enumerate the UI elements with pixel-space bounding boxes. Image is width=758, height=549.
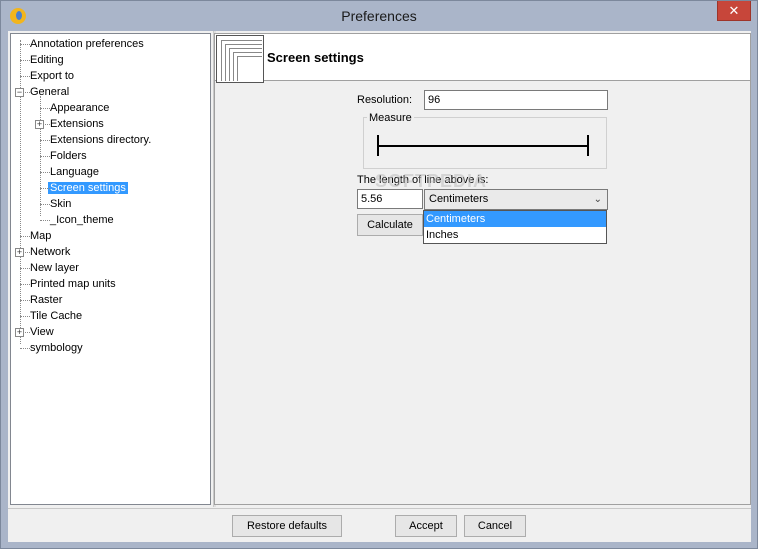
unit-option-inches[interactable]: Inches: [424, 227, 606, 243]
tree-item-label: Export to: [30, 70, 75, 82]
accept-button[interactable]: Accept: [395, 515, 457, 537]
tree-item-label: Raster: [30, 294, 63, 306]
calculate-button[interactable]: Calculate: [357, 214, 423, 236]
title-bar[interactable]: Preferences ✕: [1, 1, 757, 31]
tree-item-appearance[interactable]: Appearance: [50, 100, 109, 116]
tree-item-label: Extensions: [50, 118, 104, 130]
collapse-icon[interactable]: −: [15, 88, 24, 97]
tree-connector: [40, 156, 50, 157]
panel-header: Screen settings: [215, 34, 750, 83]
tree-item-label: _Icon_theme: [50, 214, 114, 226]
tree-item-map[interactable]: Map: [30, 228, 51, 244]
tree-item-extensions[interactable]: Extensions: [50, 116, 104, 132]
tree-item-printed-map-units[interactable]: Printed map units: [30, 276, 116, 292]
tree-item-view[interactable]: View: [30, 324, 54, 340]
settings-panel: Screen settings Resolution: 96 Measure T…: [214, 33, 751, 505]
tree-item-label: Language: [50, 166, 99, 178]
tree-connector: [40, 140, 50, 141]
tree-connector: [40, 188, 50, 189]
tree-item-annotation-preferences[interactable]: Annotation preferences: [30, 36, 144, 52]
measure-tick-left: [377, 135, 379, 156]
tree-connector: [20, 300, 30, 301]
footer-separator: [8, 508, 751, 509]
tree-item-network[interactable]: Network: [30, 244, 70, 260]
tree-item-label: Tile Cache: [30, 310, 83, 322]
tree-connector: [40, 220, 50, 221]
unit-option-centimeters[interactable]: Centimeters: [424, 211, 606, 227]
tree-root-connector: [20, 40, 21, 344]
tree-connector: [20, 316, 30, 317]
tree-item-general[interactable]: General: [30, 84, 69, 100]
cancel-button[interactable]: Cancel: [464, 515, 526, 537]
measure-line: [378, 145, 588, 147]
expand-icon[interactable]: +: [15, 328, 24, 337]
tree-item-label: Printed map units: [30, 278, 116, 290]
tree-item-language[interactable]: Language: [50, 164, 99, 180]
length-input[interactable]: 5.56: [357, 189, 423, 209]
tree-item-label: Skin: [50, 198, 72, 210]
tree-item-tile-cache[interactable]: Tile Cache: [30, 308, 82, 324]
measure-tick-right: [587, 135, 589, 156]
expand-icon[interactable]: +: [15, 248, 24, 257]
expand-icon[interactable]: +: [35, 120, 44, 129]
tree-connector: [20, 44, 30, 45]
chevron-down-icon[interactable]: ⌄: [594, 190, 602, 209]
measure-label: Measure: [367, 112, 414, 124]
tree-item-folders[interactable]: Folders: [50, 148, 87, 164]
tree-connector: [20, 60, 30, 61]
tree-connector: [20, 348, 30, 349]
tree-connector: [40, 172, 50, 173]
tree-item-label: Appearance: [50, 102, 110, 114]
tree-connector: [20, 76, 30, 77]
unit-select-value: Centimeters: [429, 193, 489, 205]
tree-item-extensions-directory[interactable]: Extensions directory.: [50, 132, 151, 148]
tree-connector: [40, 204, 50, 205]
tree-item-skin[interactable]: Skin: [50, 196, 71, 212]
tree-item-label: Network: [30, 246, 71, 258]
tree-item-export-to[interactable]: Export to: [30, 68, 74, 84]
unit-select[interactable]: Centimeters ⌄: [424, 189, 608, 210]
tree-connector: [20, 236, 30, 237]
measure-group: [363, 117, 607, 169]
preferences-tree[interactable]: Annotation preferences Editing Export to Ge…: [10, 33, 211, 505]
restore-defaults-button[interactable]: Restore defaults: [232, 515, 342, 537]
tree-item-label: View: [30, 326, 54, 338]
screen-settings-icon: [216, 35, 264, 83]
tree-item-label: Extensions directory.: [50, 134, 152, 146]
tree-item-label: General: [30, 86, 70, 98]
tree-item-icon-theme[interactable]: _Icon_theme: [50, 212, 114, 228]
tree-connector: [20, 284, 30, 285]
tree-item-label: Annotation preferences: [30, 38, 144, 50]
tree-item-screen-settings[interactable]: Screen settings: [48, 180, 128, 196]
resolution-label: Resolution:: [357, 94, 413, 106]
resolution-input[interactable]: 96: [424, 90, 608, 110]
tree-item-label: New layer: [30, 262, 79, 274]
tree-connector: [40, 108, 50, 109]
dialog-body: Annotation preferences Editing Export to Ge…: [8, 31, 751, 542]
tree-connector: [20, 268, 30, 269]
tree-item-label: Map: [30, 230, 52, 242]
panel-title: Screen settings: [267, 50, 364, 65]
tree-item-editing[interactable]: Editing: [30, 52, 64, 68]
preferences-window: Preferences ✕ Annotation preferences Edit…: [0, 0, 758, 549]
tree-item-raster[interactable]: Raster: [30, 292, 62, 308]
tree-item-label: Editing: [30, 54, 64, 66]
window-title: Preferences: [341, 8, 417, 24]
tree-item-label: Screen settings: [48, 182, 128, 194]
unit-dropdown-list[interactable]: Centimeters Inches: [423, 210, 607, 244]
tree-item-label: Folders: [50, 150, 87, 162]
close-button[interactable]: ✕: [717, 1, 751, 21]
tree-item-new-layer[interactable]: New layer: [30, 260, 79, 276]
tree-item-symbology[interactable]: symbology: [30, 340, 83, 356]
tree-item-label: symbology: [30, 342, 83, 354]
